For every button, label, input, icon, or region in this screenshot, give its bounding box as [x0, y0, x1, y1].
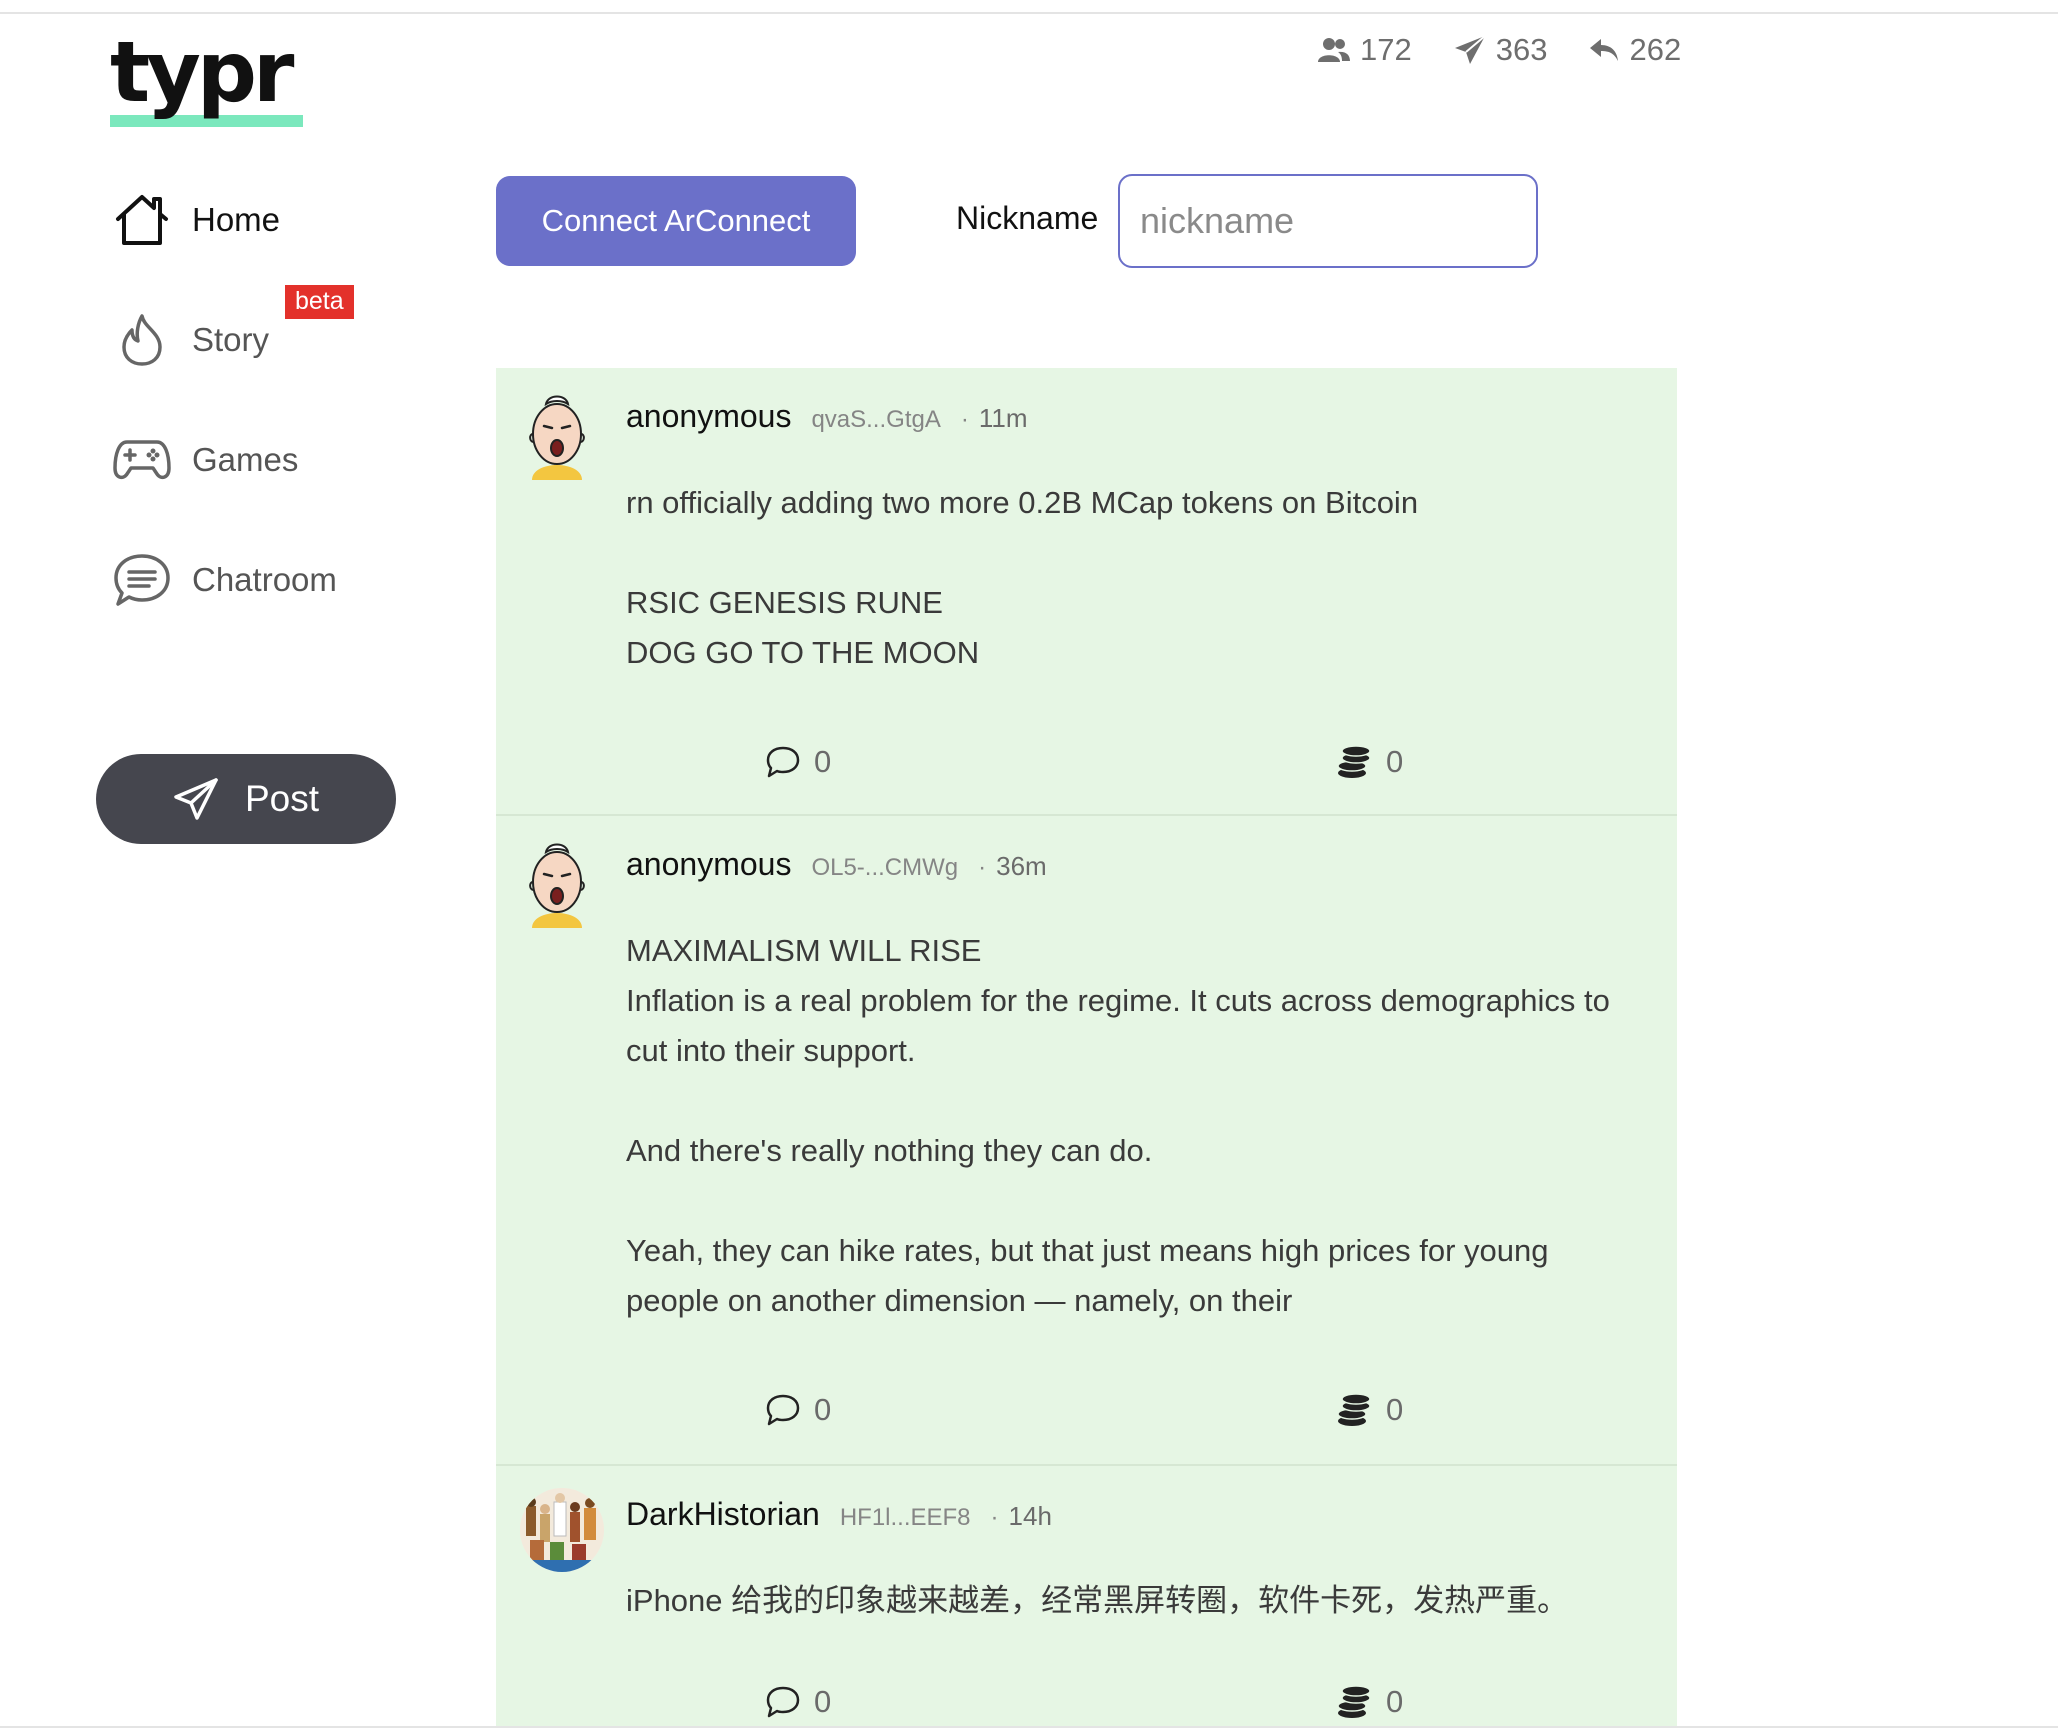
post-actions: 0 0: [766, 744, 1466, 788]
post-actions: 0 0: [766, 1684, 1466, 1728]
sidebar-item-label: Home: [192, 201, 281, 238]
comment-button[interactable]: 0: [766, 1684, 831, 1720]
stat-replies: 262: [1589, 32, 1681, 68]
reply-icon: [1590, 39, 1619, 61]
post-line: Yeah, they can hike rates, but that just…: [626, 1233, 1549, 1268]
author-name[interactable]: anonymous: [626, 398, 791, 435]
cartoon-face-avatar[interactable]: [524, 838, 590, 928]
comment-button[interactable]: 0: [766, 1392, 831, 1428]
send-icon: [174, 778, 218, 820]
post-line: MAXIMALISM WILL RISE: [626, 933, 982, 968]
sidebar-item-chatroom[interactable]: Chatroom: [112, 550, 412, 610]
sidebar-item-label: Story: [192, 321, 270, 358]
separator-dot: ·: [978, 854, 987, 881]
author-address[interactable]: qvaS...GtgA: [811, 406, 940, 434]
post-button[interactable]: Post: [96, 754, 396, 844]
tip-count: 0: [1386, 744, 1404, 779]
post-line: [626, 1176, 1636, 1226]
post-body[interactable]: rn officially adding two more 0.2B MCap …: [626, 478, 1636, 678]
post-card[interactable]: anonymous qvaS...GtgA · 11m rn officiall…: [496, 368, 1677, 816]
send-icon: [1454, 35, 1486, 64]
comment-icon: [766, 1686, 800, 1718]
tip-button[interactable]: 0: [1336, 744, 1403, 780]
author-address[interactable]: HF1l...EEF8: [840, 1504, 971, 1532]
tip-count: 0: [1386, 1392, 1404, 1427]
sidebar-item-label: Chatroom: [192, 561, 337, 598]
separator-dot: ·: [990, 1504, 999, 1531]
cartoon-face-avatar[interactable]: [524, 390, 590, 480]
post-time: 14h: [1008, 1501, 1052, 1531]
post-button-label: Post: [244, 778, 320, 819]
sidebar-item-home[interactable]: Home: [112, 190, 412, 250]
post-card[interactable]: anonymous OL5-...CMWg · 36m MAXIMALISM W…: [496, 816, 1677, 1466]
coins-icon: [1337, 1393, 1371, 1426]
comment-count: 0: [814, 744, 832, 779]
post-line: [626, 1076, 1636, 1126]
comment-icon: [766, 746, 800, 778]
post-line: Inflation is a real problem for the regi…: [626, 983, 1610, 1018]
stat-users-value: 172: [1360, 32, 1412, 67]
tip-button[interactable]: 0: [1336, 1684, 1403, 1720]
flame-icon: [112, 310, 172, 370]
home-icon: [112, 190, 172, 250]
post-time: 36m: [996, 851, 1047, 881]
coins-icon: [1337, 1685, 1371, 1718]
author-name[interactable]: DarkHistorian: [626, 1496, 820, 1533]
post-line: DOG GO TO THE MOON: [626, 635, 980, 670]
post-header: anonymous OL5-...CMWg · 36m: [626, 846, 1047, 890]
post-header: DarkHistorian HF1l...EEF8 · 14h: [626, 1496, 1052, 1540]
post-line: cut into their support.: [626, 1033, 916, 1068]
post-time: 11m: [978, 403, 1028, 433]
comment-icon: [766, 1394, 800, 1426]
app-window: typr 172 363 262 Home Story Games Chatro…: [0, 0, 2058, 1728]
stat-posts: 363: [1454, 32, 1548, 68]
sidebar-item-story[interactable]: Story: [112, 310, 412, 370]
post-feed: anonymous qvaS...GtgA · 11m rn officiall…: [496, 368, 1677, 1728]
logo-text: typr: [110, 23, 294, 121]
stat-replies-value: 262: [1629, 32, 1682, 67]
stats-bar: 172 363 262: [1318, 30, 1681, 70]
comment-count: 0: [814, 1684, 832, 1719]
post-body[interactable]: MAXIMALISM WILL RISE Inflation is a real…: [626, 926, 1636, 1326]
sidebar-item-label: Games: [192, 441, 299, 478]
coins-icon: [1337, 745, 1371, 778]
users-icon: [1318, 38, 1350, 62]
author-name[interactable]: anonymous: [626, 846, 791, 883]
separator-dot: ·: [960, 406, 969, 433]
top-divider: [0, 12, 2058, 14]
post-actions: 0 0: [766, 1392, 1466, 1436]
connect-arconnect-button[interactable]: Connect ArConnect: [496, 176, 856, 266]
post-body[interactable]: iPhone 给我的印象越来越差，经常黑屏转圈，软件卡死，发热严重。: [626, 1576, 1636, 1626]
gamepad-icon: [112, 430, 172, 490]
nickname-label: Nickname: [956, 200, 1099, 236]
beta-badge: beta: [285, 285, 354, 319]
stat-users: 172: [1318, 32, 1412, 68]
typr-logo[interactable]: typr: [110, 30, 306, 132]
stat-posts-value: 363: [1495, 32, 1548, 67]
illustrated-crowd-avatar[interactable]: [520, 1488, 604, 1572]
nickname-input[interactable]: [1118, 174, 1538, 268]
sidebar-item-games[interactable]: Games: [112, 430, 412, 490]
post-card[interactable]: DarkHistorian HF1l...EEF8 · 14h iPhone 给…: [496, 1466, 1677, 1728]
comment-button[interactable]: 0: [766, 744, 831, 780]
tip-button[interactable]: 0: [1336, 1392, 1403, 1428]
post-line: rn officially adding two more 0.2B MCap …: [626, 485, 1419, 520]
chat-icon: [112, 550, 172, 610]
post-line: [626, 528, 1636, 578]
post-line: people on another dimension — namely, on…: [626, 1283, 1293, 1318]
post-line: RSIC GENESIS RUNE: [626, 585, 943, 620]
tip-count: 0: [1386, 1684, 1404, 1719]
comment-count: 0: [814, 1392, 832, 1427]
author-address[interactable]: OL5-...CMWg: [811, 854, 958, 882]
post-header: anonymous qvaS...GtgA · 11m: [626, 398, 1028, 442]
post-line: And there's really nothing they can do.: [626, 1133, 1153, 1168]
post-line: iPhone 给我的印象越来越差，经常黑屏转圈，软件卡死，发热严重。: [626, 1583, 1569, 1618]
